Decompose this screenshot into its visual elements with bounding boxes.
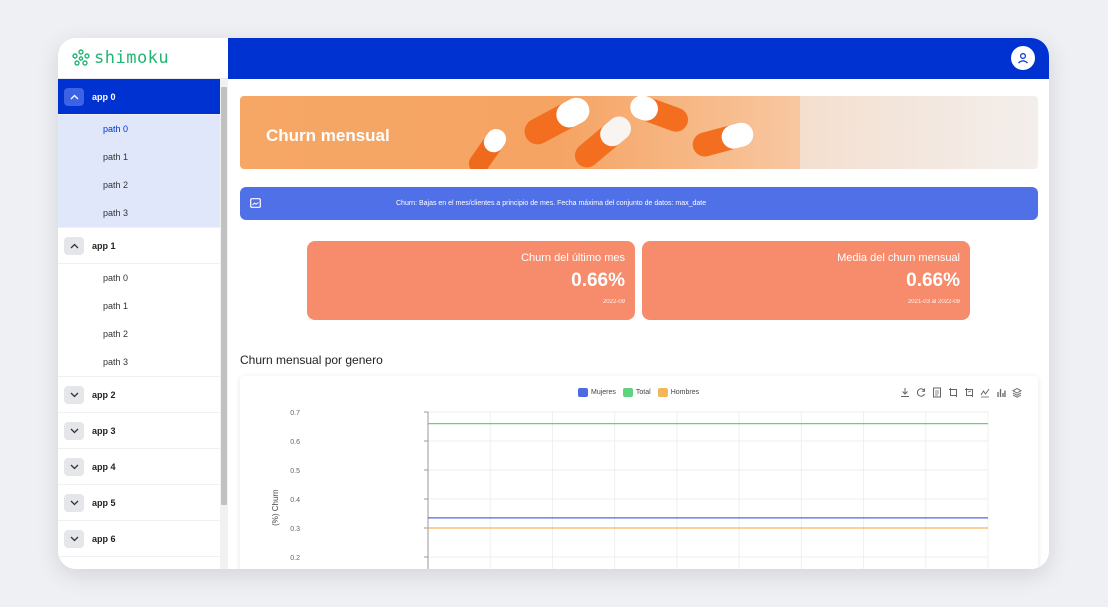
expand-button[interactable]: [64, 529, 84, 548]
y-tick-label: 0.6: [290, 439, 300, 446]
sidebar-app-label: app 6: [92, 533, 116, 544]
sidebar-app-label: app 3: [92, 425, 116, 436]
legend-label: Hombres: [670, 389, 700, 396]
zoom-reset-icon[interactable]: [964, 387, 974, 398]
app-window: shimoku app 0 path 0 path 1 path 2 path 3 app…: [58, 38, 1049, 569]
user-icon: [1018, 52, 1028, 64]
chevron-down-icon: [70, 392, 78, 397]
sidebar-path-item[interactable]: path 0: [58, 115, 228, 143]
chart-section-title: Churn mensual por genero: [240, 353, 383, 367]
sidebar-app-2[interactable]: app 2: [58, 377, 228, 413]
sidebar-paths-app-0: path 0 path 1 path 2 path 3: [58, 115, 228, 228]
sidebar-app-3[interactable]: app 3: [58, 413, 228, 449]
sidebar-path-item[interactable]: path 2: [58, 171, 228, 199]
bar-chart-switch-icon[interactable]: [996, 387, 1006, 398]
y-axis-label: (%) Churn: [271, 489, 280, 525]
kpi-footer: 2022-09: [602, 299, 625, 305]
kpi-card-average: Media del churn mensual 0.66% 2021-03 al…: [642, 241, 970, 320]
header-banner: Churn mensual: [240, 96, 1038, 169]
sidebar-nav: app 0 path 0 path 1 path 2 path 3 app 1 path 0…: [58, 79, 228, 557]
y-tick-label: 0.5: [290, 468, 300, 475]
kpi-title: Media del churn mensual: [837, 252, 960, 264]
sidebar-path-item[interactable]: path 3: [58, 199, 228, 227]
brand-name: shimoku: [94, 48, 170, 68]
legend-item-total[interactable]: Total: [622, 388, 651, 397]
kpi-footer: 2021-03 al 2022-09: [907, 299, 960, 305]
expand-button[interactable]: [64, 493, 84, 512]
sidebar-app-5[interactable]: app 5: [58, 485, 228, 521]
sidebar-app-label: app 5: [92, 497, 116, 508]
image-icon: [250, 198, 261, 208]
sidebar-app-label: app 4: [92, 461, 116, 472]
collapse-button[interactable]: [64, 87, 84, 106]
collapse-button[interactable]: [64, 236, 84, 255]
info-bar: Churn: Bajas en el mes/clientes a princi…: [240, 187, 1038, 220]
chevron-up-icon: [70, 94, 78, 99]
line-chart: 0.7 0.6 0.5 0.4 0.3 0.2 (%) Churn: [271, 410, 989, 569]
y-tick-label: 0.7: [290, 410, 300, 417]
chart-legend: Mujeres Total Hombres: [578, 388, 706, 397]
sidebar-paths-app-1: path 0 path 1 path 2 path 3: [58, 264, 228, 377]
sidebar-path-item[interactable]: path 1: [58, 143, 228, 171]
legend-label: Total: [635, 389, 651, 396]
sidebar-app-1[interactable]: app 1: [58, 228, 228, 264]
brand-logo[interactable]: shimoku: [58, 38, 228, 79]
chevron-down-icon: [70, 464, 78, 469]
sidebar-app-4[interactable]: app 4: [58, 449, 228, 485]
sidebar-scrollbar[interactable]: [220, 79, 228, 569]
top-bar: [228, 38, 1049, 79]
sidebar-path-item[interactable]: path 0: [58, 264, 228, 292]
sidebar-app-0[interactable]: app 0: [58, 79, 228, 115]
chevron-up-icon: [70, 243, 78, 248]
zoom-area-icon[interactable]: [948, 387, 958, 398]
download-icon[interactable]: [900, 387, 910, 398]
kpi-title: Churn del último mes: [521, 252, 625, 264]
chevron-down-icon: [70, 428, 78, 433]
chart-toolbar: [900, 387, 1022, 398]
refresh-icon[interactable]: [916, 387, 926, 398]
sidebar-app-label: app 0: [92, 91, 116, 102]
sidebar: shimoku app 0 path 0 path 1 path 2 path 3 app…: [58, 38, 228, 569]
legend-item-hombres[interactable]: Hombres: [657, 388, 700, 397]
sidebar-app-6[interactable]: app 6: [58, 521, 228, 557]
page-title: Churn mensual: [266, 126, 390, 145]
chevron-down-icon: [70, 536, 78, 541]
expand-button[interactable]: [64, 457, 84, 476]
kpi-value: 0.66%: [906, 270, 960, 291]
sidebar-app-label: app 2: [92, 389, 116, 400]
chart-card: 0.7 0.6 0.5 0.4 0.3 0.2 (%) Churn Mujeres Tota…: [240, 376, 1038, 569]
main-content: Churn mensual Churn: Bajas en el mes/cli…: [228, 79, 1049, 569]
legend-label: Mujeres: [591, 389, 616, 396]
legend-item-mujeres[interactable]: Mujeres: [578, 388, 616, 397]
sidebar-app-label: app 1: [92, 240, 116, 251]
stack-icon[interactable]: [1012, 387, 1022, 398]
scrollbar-thumb[interactable]: [221, 87, 227, 505]
sidebar-path-item[interactable]: path 2: [58, 320, 228, 348]
line-chart-switch-icon[interactable]: [980, 387, 990, 398]
y-tick-label: 0.3: [290, 526, 300, 533]
sidebar-path-item[interactable]: path 1: [58, 292, 228, 320]
y-tick-label: 0.4: [290, 497, 300, 504]
sidebar-path-item[interactable]: path 3: [58, 348, 228, 376]
shimoku-logo-icon: [72, 49, 90, 66]
chevron-down-icon: [70, 500, 78, 505]
expand-button[interactable]: [64, 421, 84, 440]
user-avatar-button[interactable]: [1011, 46, 1035, 70]
kpi-card-last-month: Churn del último mes 0.66% 2022-09: [307, 241, 635, 320]
y-tick-label: 0.2: [290, 555, 300, 562]
legend-swatch: [622, 388, 633, 397]
info-text: Churn: Bajas en el mes/clientes a princi…: [396, 200, 707, 207]
legend-swatch: [578, 388, 588, 397]
legend-swatch: [657, 388, 668, 397]
kpi-value: 0.66%: [571, 270, 625, 291]
expand-button[interactable]: [64, 385, 84, 404]
data-view-icon[interactable]: [932, 387, 942, 398]
